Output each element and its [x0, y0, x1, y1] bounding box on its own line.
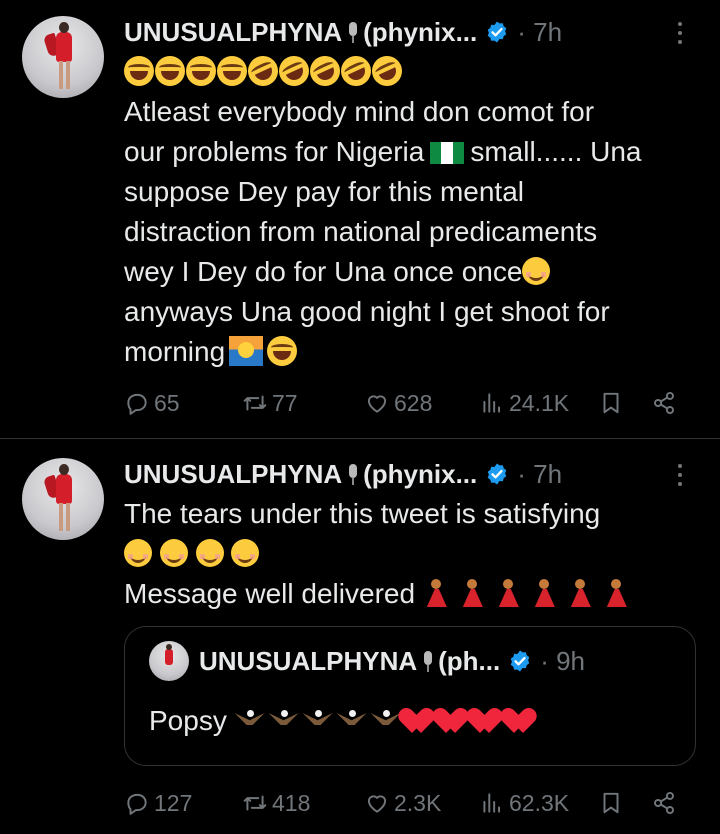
text-line: The tears under this tweet is satisfying: [124, 498, 601, 529]
timestamp: · 9h: [540, 645, 586, 676]
avatar[interactable]: [22, 16, 104, 98]
timestamp[interactable]: · 7h: [517, 17, 562, 48]
like-button[interactable]: 628: [364, 388, 432, 418]
share-icon: [654, 391, 674, 415]
tweet-header: UNUSUALPHYNA (phynix... · 7h: [124, 456, 562, 492]
views-count: 24.1K: [509, 389, 570, 416]
like-count: 2.3K: [394, 789, 442, 816]
text-line: Atleast everybody mind don comot for: [124, 96, 595, 127]
sunrise-emoji-icon: [229, 336, 264, 366]
views-count: 62.3K: [509, 789, 570, 816]
microphone-icon: [422, 649, 434, 673]
like-button[interactable]: 2.3K: [364, 788, 441, 818]
bookmark-icon: [603, 792, 619, 814]
like-count: 628: [394, 389, 433, 416]
emoji-line: [124, 534, 704, 574]
quoted-tweet-text: Popsy: [149, 701, 541, 741]
reply-button[interactable]: 65: [124, 388, 180, 418]
bookmark-button[interactable]: [598, 388, 628, 418]
share-icon: [654, 791, 674, 815]
microphone-icon: [347, 20, 359, 44]
text-line: anyways Una good night I get shoot for: [124, 296, 610, 327]
action-bar: 65 77 628 24.1K: [124, 388, 684, 418]
bookmark-icon: [603, 392, 619, 414]
quoted-tweet-header: UNUSUALPHYNA (ph... · 9h: [199, 641, 585, 681]
avatar[interactable]: [22, 458, 104, 540]
text-line: Message well delivered: [124, 574, 704, 614]
tweet-text: Atleast everybody mind don comot for our…: [124, 51, 704, 372]
verified-icon: [487, 21, 507, 43]
retweet-count: 418: [272, 789, 311, 816]
retweet-icon: [243, 395, 267, 411]
text-line: our problems for Nigeria small...... Una: [124, 136, 642, 167]
retweet-button[interactable]: 418: [242, 788, 310, 818]
timestamp[interactable]: · 7h: [517, 459, 562, 490]
nigeria-flag-icon: [430, 142, 465, 164]
more-icon[interactable]: [676, 462, 684, 486]
views-icon: [483, 393, 501, 413]
microphone-icon: [347, 462, 359, 486]
action-bar: 127 418 2.3K 62.3K: [124, 788, 684, 818]
text-line: distraction from national predicaments: [124, 216, 598, 247]
reply-icon: [127, 793, 147, 815]
author-handle[interactable]: (phynix...: [363, 459, 477, 490]
bookmark-button[interactable]: [598, 788, 628, 818]
author-handle[interactable]: (phynix...: [363, 17, 477, 48]
tweet[interactable]: UNUSUALPHYNA (phynix... · 7h The tears u…: [0, 440, 720, 834]
smile-emoji-icon: [522, 257, 551, 285]
reply-button[interactable]: 127: [124, 788, 192, 818]
tweet-header: UNUSUALPHYNA (phynix... · 7h: [124, 14, 562, 50]
avatar: [149, 641, 189, 681]
views-button[interactable]: 62.3K: [479, 788, 569, 818]
verified-icon: [487, 463, 507, 485]
like-icon: [367, 395, 387, 413]
author-name: UNUSUALPHYNA: [199, 645, 418, 676]
retweet-button[interactable]: 77: [242, 388, 298, 418]
text-line: morning: [124, 332, 704, 372]
views-icon: [483, 793, 501, 813]
author-name[interactable]: UNUSUALPHYNA: [124, 459, 342, 490]
share-button[interactable]: [651, 788, 681, 818]
tweet-text: The tears under this tweet is satisfying…: [124, 494, 704, 614]
like-icon: [367, 795, 387, 813]
retweet-icon: [243, 795, 267, 811]
text-line: suppose Dey pay for this mental: [124, 176, 524, 207]
verified-icon: [510, 650, 530, 672]
retweet-count: 77: [272, 389, 298, 416]
more-icon[interactable]: [676, 20, 684, 44]
reply-count: 127: [154, 789, 193, 816]
views-button[interactable]: 24.1K: [479, 388, 569, 418]
tweet[interactable]: UNUSUALPHYNA (phynix... · 7h Atleast eve…: [0, 0, 720, 438]
emoji-line: [124, 51, 704, 92]
reply-count: 65: [154, 389, 180, 416]
reply-icon: [127, 393, 147, 415]
quoted-tweet[interactable]: UNUSUALPHYNA (ph... · 9h Popsy: [124, 626, 696, 766]
author-name[interactable]: UNUSUALPHYNA: [124, 17, 342, 48]
share-button[interactable]: [651, 388, 681, 418]
author-handle: (ph...: [438, 645, 501, 676]
text-line: wey I Dey do for Una once once: [124, 252, 704, 292]
divider: [0, 438, 720, 439]
